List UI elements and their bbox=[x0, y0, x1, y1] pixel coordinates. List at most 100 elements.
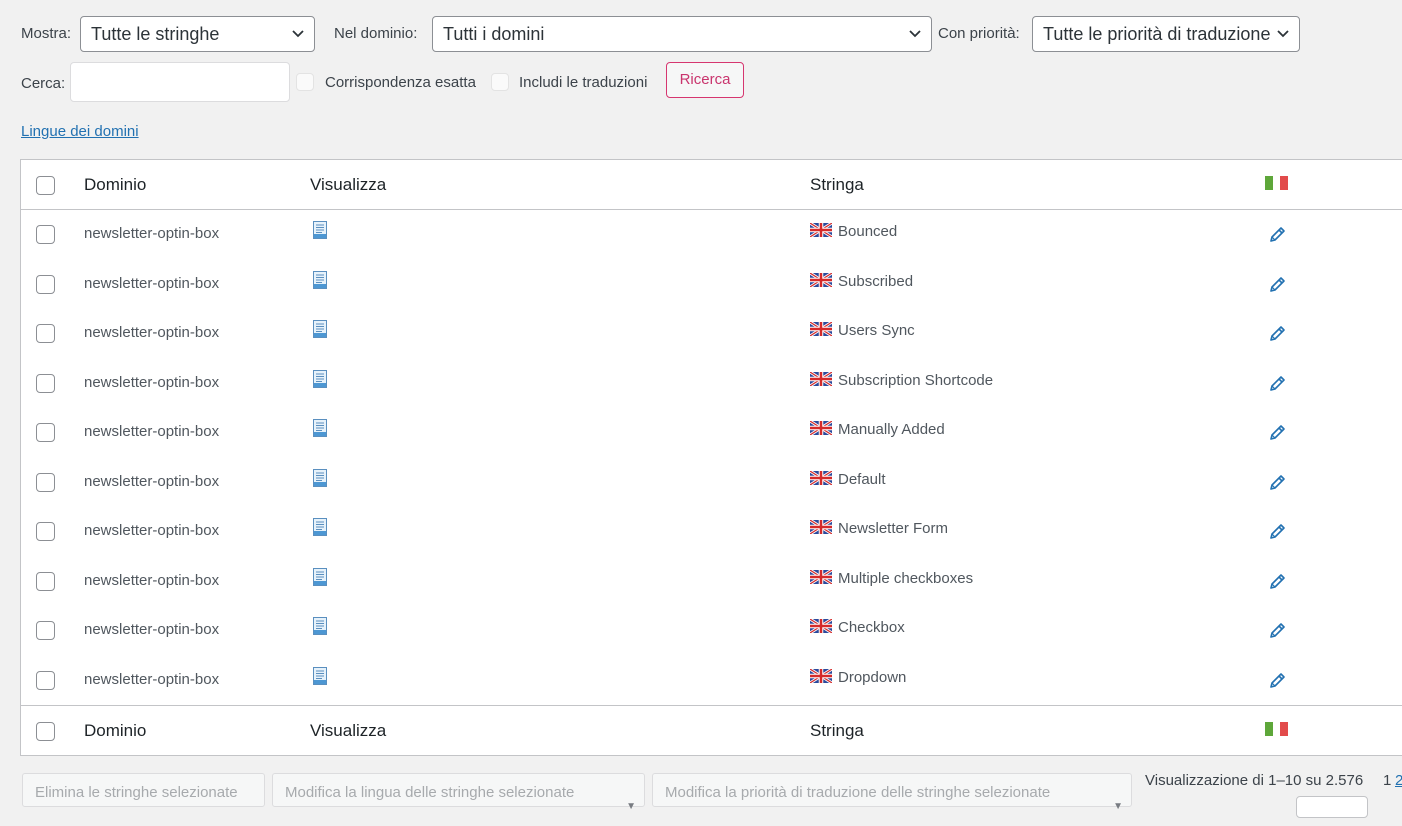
table-row: newsletter-optin-box Multiple checkboxes bbox=[21, 557, 1402, 607]
row-string-text: Bounced bbox=[838, 223, 898, 240]
english-flag-icon bbox=[810, 520, 838, 537]
row-string-text: Multiple checkboxes bbox=[838, 569, 974, 587]
english-flag-icon bbox=[810, 668, 838, 686]
delete-selected-button[interactable]: Elimina le stringhe selezionate bbox=[22, 773, 265, 807]
domain-languages-link[interactable]: Lingue dei domini bbox=[21, 123, 139, 140]
search-button[interactable]: Ricerca bbox=[666, 62, 744, 98]
edit-translation-pencil-icon[interactable] bbox=[1268, 424, 1286, 442]
table-row: newsletter-optin-box Checkbox bbox=[21, 606, 1402, 656]
row-domain: newsletter-optin-box bbox=[84, 472, 220, 490]
english-flag-icon bbox=[810, 371, 838, 389]
column-footer-domain[interactable]: Dominio bbox=[84, 721, 146, 741]
row-string[interactable]: Checkbox bbox=[810, 619, 905, 636]
view-context-icon[interactable] bbox=[313, 221, 327, 239]
row-domain: newsletter-optin-box bbox=[84, 522, 220, 539]
show-select[interactable]: Tutte le stringhe bbox=[80, 16, 315, 52]
column-header-view: Visualizza bbox=[310, 175, 387, 194]
edit-translation-pencil-icon[interactable] bbox=[1268, 375, 1286, 393]
include-translations-checkbox[interactable] bbox=[491, 73, 509, 91]
row-string[interactable]: Newsletter Form bbox=[810, 520, 948, 537]
dropdown-arrow-icon: ▼ bbox=[1113, 801, 1123, 812]
row-string[interactable]: Multiple checkboxes bbox=[810, 569, 974, 587]
search-input[interactable] bbox=[70, 62, 290, 102]
change-priority-select[interactable]: Modifica la priorità di traduzione delle… bbox=[652, 773, 1132, 812]
priority-select-value: Tutte le priorità di traduzione bbox=[1043, 24, 1271, 44]
view-context-icon[interactable] bbox=[313, 419, 327, 437]
select-all-checkbox[interactable] bbox=[36, 176, 55, 195]
table-row: newsletter-optin-box Users Sync bbox=[21, 309, 1402, 359]
row-string[interactable]: Users Sync bbox=[810, 322, 915, 339]
view-context-icon[interactable] bbox=[313, 518, 327, 536]
column-header-domain[interactable]: Dominio bbox=[84, 175, 146, 195]
show-label: Mostra: bbox=[21, 25, 72, 42]
row-domain: newsletter-optin-box bbox=[84, 670, 220, 688]
domain-select-value: Tutti i domini bbox=[443, 24, 545, 44]
select-all-checkbox-footer[interactable] bbox=[36, 722, 55, 741]
row-string[interactable]: Dropdown bbox=[810, 668, 906, 686]
priority-label: Con priorità: bbox=[938, 25, 1020, 42]
change-language-select[interactable]: Modifica la lingua delle stringhe selezi… bbox=[272, 773, 645, 812]
row-string[interactable]: Default bbox=[810, 470, 886, 488]
table-row: newsletter-optin-box Manually Added bbox=[21, 408, 1402, 458]
row-string[interactable]: Bounced bbox=[810, 223, 897, 240]
row-string[interactable]: Subscribed bbox=[810, 272, 913, 290]
english-flag-icon bbox=[810, 569, 838, 587]
view-context-icon[interactable] bbox=[313, 666, 327, 685]
priority-select[interactable]: Tutte le priorità di traduzione bbox=[1032, 16, 1300, 52]
row-checkbox[interactable] bbox=[36, 670, 55, 690]
edit-translation-pencil-icon[interactable] bbox=[1268, 672, 1286, 690]
row-checkbox[interactable] bbox=[36, 571, 55, 591]
english-flag-icon bbox=[810, 470, 838, 488]
row-checkbox[interactable] bbox=[36, 472, 55, 492]
dropdown-arrow-icon: ▼ bbox=[626, 801, 636, 812]
exact-match-checkbox[interactable] bbox=[296, 73, 314, 91]
pagination-summary: Visualizzazione di 1–10 su 2.576 bbox=[1145, 772, 1364, 789]
row-string-text: Manually Added bbox=[838, 421, 945, 438]
table-row: newsletter-optin-box Subscribed bbox=[21, 260, 1402, 310]
row-domain: newsletter-optin-box bbox=[84, 274, 220, 292]
english-flag-icon bbox=[810, 619, 838, 636]
row-checkbox[interactable] bbox=[36, 522, 55, 541]
domain-label: Nel dominio: bbox=[334, 25, 418, 42]
edit-translation-pencil-icon[interactable] bbox=[1268, 325, 1286, 343]
edit-translation-pencil-icon[interactable] bbox=[1268, 276, 1286, 294]
english-flag-icon bbox=[810, 272, 838, 290]
row-checkbox[interactable] bbox=[36, 324, 55, 343]
per-page-control[interactable] bbox=[1296, 796, 1368, 818]
english-flag-icon bbox=[810, 223, 838, 240]
pagination-current-page: 1 bbox=[1383, 772, 1392, 789]
domain-select[interactable]: Tutti i domini bbox=[432, 16, 932, 52]
italian-flag-icon bbox=[1265, 176, 1289, 190]
edit-translation-pencil-icon[interactable] bbox=[1268, 622, 1286, 640]
include-translations-label: Includi le traduzioni bbox=[519, 74, 648, 91]
english-flag-icon bbox=[810, 322, 838, 339]
column-header-string[interactable]: Stringa bbox=[810, 175, 864, 195]
column-footer-string[interactable]: Stringa bbox=[810, 721, 864, 741]
row-domain: newsletter-optin-box bbox=[84, 324, 220, 341]
row-checkbox[interactable] bbox=[36, 274, 55, 294]
table-row: newsletter-optin-box Subscription Shortco… bbox=[21, 359, 1402, 409]
row-checkbox[interactable] bbox=[36, 225, 55, 244]
view-context-icon[interactable] bbox=[313, 270, 327, 289]
row-string-text: Subscription Shortcode bbox=[838, 371, 994, 389]
view-context-icon[interactable] bbox=[313, 468, 327, 487]
row-string-text: Users Sync bbox=[838, 322, 915, 339]
row-checkbox[interactable] bbox=[36, 423, 55, 442]
table-row: newsletter-optin-box Default bbox=[21, 458, 1402, 508]
strings-table: Dominio Visualizza Stringa newsletter-op… bbox=[20, 159, 1402, 756]
edit-translation-pencil-icon[interactable] bbox=[1268, 573, 1286, 591]
edit-translation-pencil-icon[interactable] bbox=[1268, 523, 1286, 541]
row-string[interactable]: Subscription Shortcode bbox=[810, 371, 994, 389]
row-string-text: Default bbox=[838, 470, 886, 488]
view-context-icon[interactable] bbox=[313, 320, 327, 338]
edit-translation-pencil-icon[interactable] bbox=[1268, 226, 1286, 244]
exact-match-label: Corrispondenza esatta bbox=[325, 74, 476, 91]
view-context-icon[interactable] bbox=[313, 617, 327, 635]
view-context-icon[interactable] bbox=[313, 369, 327, 388]
row-checkbox[interactable] bbox=[36, 621, 55, 640]
view-context-icon[interactable] bbox=[313, 567, 327, 586]
edit-translation-pencil-icon[interactable] bbox=[1268, 474, 1286, 492]
row-string[interactable]: Manually Added bbox=[810, 421, 945, 438]
pagination-next-page-link[interactable]: 2 bbox=[1395, 772, 1402, 789]
row-checkbox[interactable] bbox=[36, 373, 55, 393]
